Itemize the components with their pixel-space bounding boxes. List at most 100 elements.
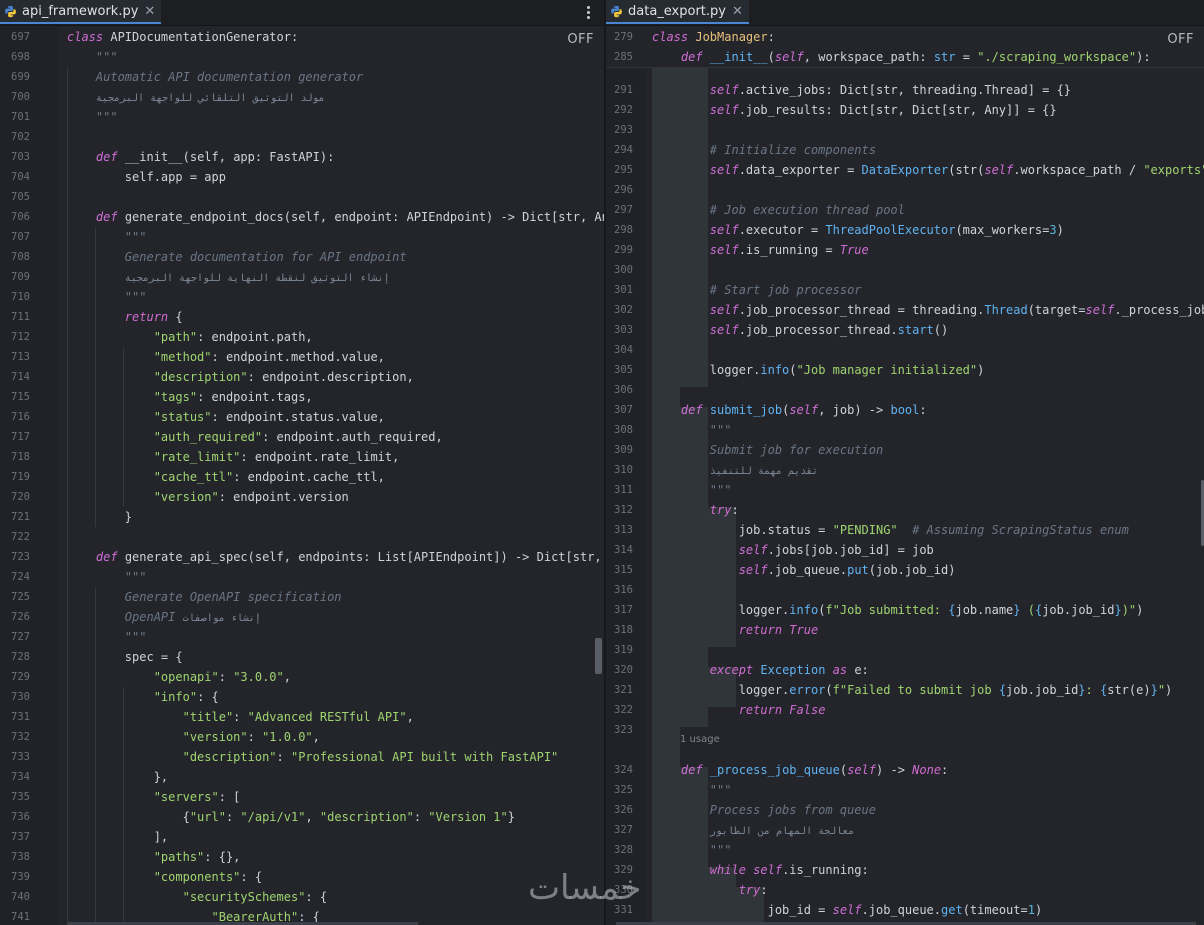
code-line[interactable]: 727 """ bbox=[0, 627, 604, 647]
code-line[interactable]: 295 self.data_exporter = DataExporter(st… bbox=[606, 160, 1204, 180]
code-line[interactable]: 734 }, bbox=[0, 767, 604, 787]
code-line[interactable]: 315 self.job_queue.put(job.job_id) bbox=[606, 560, 1204, 580]
code-line[interactable]: 303 self.job_processor_thread.start() bbox=[606, 320, 1204, 340]
code-line[interactable]: 732 "version": "1.0.0", bbox=[0, 727, 604, 747]
code-line[interactable]: 730 "info": { bbox=[0, 687, 604, 707]
code-line[interactable]: 331 job_id = self.job_queue.get(timeout=… bbox=[606, 900, 1204, 920]
code-line[interactable]: 320 except Exception as e: bbox=[606, 660, 1204, 680]
code-line[interactable]: 307 def submit_job(self, job) -> bool: bbox=[606, 400, 1204, 420]
code-line[interactable]: 705 bbox=[0, 187, 604, 207]
code-line[interactable]: 697 class APIDocumentationGenerator: bbox=[0, 27, 604, 47]
code-line[interactable]: 723 def generate_api_spec(self, endpoint… bbox=[0, 547, 604, 567]
code-line[interactable]: 316 bbox=[606, 580, 1204, 600]
python-file-icon bbox=[611, 5, 622, 17]
code-line[interactable]: 306 bbox=[606, 380, 1204, 400]
code-line[interactable]: 698 """ bbox=[0, 47, 604, 67]
tab-data-export[interactable]: data_export.py ✕ bbox=[606, 0, 749, 24]
code-line[interactable]: 296 bbox=[606, 180, 1204, 200]
code-line[interactable]: 297 # Job execution thread pool bbox=[606, 200, 1204, 220]
close-tab-icon[interactable]: ✕ bbox=[732, 4, 743, 19]
code-line[interactable]: 736 {"url": "/api/v1", "description": "V… bbox=[0, 807, 604, 827]
code-line[interactable]: 321 logger.error(f"Failed to submit job … bbox=[606, 680, 1204, 700]
code-line[interactable]: 716 "status": endpoint.status.value, bbox=[0, 407, 604, 427]
vertical-scrollbar[interactable] bbox=[595, 638, 602, 674]
code-line[interactable]: 304 bbox=[606, 340, 1204, 360]
code-line[interactable]: 328 """ bbox=[606, 840, 1204, 860]
code-line[interactable]: 712 "path": endpoint.path, bbox=[0, 327, 604, 347]
code-line[interactable]: 706 def generate_endpoint_docs(self, end… bbox=[0, 207, 604, 227]
readonly-indicator[interactable]: OFF bbox=[1167, 32, 1194, 47]
code-line[interactable]: 319 bbox=[606, 640, 1204, 660]
more-options-icon[interactable] bbox=[584, 2, 592, 22]
code-line[interactable]: 293 bbox=[606, 120, 1204, 140]
code-line[interactable]: 292 self.job_results: Dict[str, Dict[str… bbox=[606, 100, 1204, 120]
code-line[interactable]: 718 "rate_limit": endpoint.rate_limit, bbox=[0, 447, 604, 467]
code-line[interactable]: 707 """ bbox=[0, 227, 604, 247]
code-line[interactable]: 291 self.active_jobs: Dict[str, threadin… bbox=[606, 80, 1204, 100]
code-line[interactable]: 327 معالجة المهام من الطابور bbox=[606, 820, 1204, 840]
code-line[interactable]: 301 # Start job processor bbox=[606, 280, 1204, 300]
line-number: 302 bbox=[614, 304, 633, 316]
code-line[interactable]: 702 bbox=[0, 127, 604, 147]
code-line[interactable]: 717 "auth_required": endpoint.auth_requi… bbox=[0, 427, 604, 447]
code-line[interactable]: 317 logger.info(f"Job submitted: {job.na… bbox=[606, 600, 1204, 620]
close-tab-icon[interactable]: ✕ bbox=[144, 4, 155, 19]
code-line[interactable]: 703 def __init__(self, app: FastAPI): bbox=[0, 147, 604, 167]
code-line[interactable]: 299 self.is_running = True bbox=[606, 240, 1204, 260]
code-line[interactable]: 735 "servers": [ bbox=[0, 787, 604, 807]
tab-api-framework[interactable]: api_framework.py ✕ bbox=[0, 0, 162, 24]
code-line[interactable]: 725 Generate OpenAPI specification bbox=[0, 587, 604, 607]
code-line[interactable]: 324 def _process_job_queue(self) -> None… bbox=[606, 760, 1204, 780]
code-line[interactable]: 310 تقديم مهمة للتنفيذ bbox=[606, 460, 1204, 480]
line-number: 700 bbox=[11, 91, 30, 103]
code-line[interactable]: 711 return { bbox=[0, 307, 604, 327]
code-line[interactable]: 724 """ bbox=[0, 567, 604, 587]
code-line[interactable]: 720 "version": endpoint.version bbox=[0, 487, 604, 507]
code-line[interactable]: 726 OpenAPI إنشاء مواصفات bbox=[0, 607, 604, 627]
code-line[interactable]: 302 self.job_processor_thread = threadin… bbox=[606, 300, 1204, 320]
code-line[interactable]: 308 """ bbox=[606, 420, 1204, 440]
code-line[interactable]: 704 self.app = app bbox=[0, 167, 604, 187]
code-line[interactable]: 305 logger.info("Job manager initialized… bbox=[606, 360, 1204, 380]
code-line[interactable]: 313 job.status = "PENDING" # Assuming Sc… bbox=[606, 520, 1204, 540]
code-line[interactable]: 719 "cache_ttl": endpoint.cache_ttl, bbox=[0, 467, 604, 487]
code-line[interactable]: 708 Generate documentation for API endpo… bbox=[0, 247, 604, 267]
code-line[interactable]: 311 """ bbox=[606, 480, 1204, 500]
code-line[interactable]: 700 مولد التوثيق التلقائي للواجهة البرمج… bbox=[0, 87, 604, 107]
code-line[interactable]: 312 try: bbox=[606, 500, 1204, 520]
code-line[interactable]: 314 self.jobs[job.job_id] = job bbox=[606, 540, 1204, 560]
code-line[interactable]: 709 إنشاء التوثيق لنقطة النهاية للواجهة … bbox=[0, 267, 604, 287]
code-line[interactable]: 322 return False bbox=[606, 700, 1204, 720]
code-line[interactable]: 722 bbox=[0, 527, 604, 547]
code-line[interactable]: 740 "securitySchemes": { bbox=[0, 887, 604, 907]
code-line[interactable]: 285 def __init__(self, workspace_path: s… bbox=[606, 47, 1204, 67]
code-line[interactable]: 300 bbox=[606, 260, 1204, 280]
code-line[interactable]: 731 "title": "Advanced RESTful API", bbox=[0, 707, 604, 727]
readonly-indicator[interactable]: OFF bbox=[567, 32, 594, 47]
code-line[interactable]: 713 "method": endpoint.method.value, bbox=[0, 347, 604, 367]
line-number: 724 bbox=[11, 571, 30, 583]
code-line[interactable]: 318 return True bbox=[606, 620, 1204, 640]
code-line[interactable]: 701 """ bbox=[0, 107, 604, 127]
code-line[interactable]: 326 Process jobs from queue bbox=[606, 800, 1204, 820]
code-line[interactable]: 699 Automatic API documentation generato… bbox=[0, 67, 604, 87]
code-line[interactable]: 739 "components": { bbox=[0, 867, 604, 887]
code-line[interactable]: 710 """ bbox=[0, 287, 604, 307]
code-line[interactable]: 733 "description": "Professional API bui… bbox=[0, 747, 604, 767]
code-line[interactable]: 329 while self.is_running: bbox=[606, 860, 1204, 880]
code-line[interactable]: 714 "description": endpoint.description, bbox=[0, 367, 604, 387]
code-line[interactable]: 738 "paths": {}, bbox=[0, 847, 604, 867]
code-line[interactable]: 294 # Initialize components bbox=[606, 140, 1204, 160]
code-line[interactable]: 298 self.executor = ThreadPoolExecutor(m… bbox=[606, 220, 1204, 240]
code-line[interactable]: 325 """ bbox=[606, 780, 1204, 800]
code-line[interactable]: 721 } bbox=[0, 507, 604, 527]
sticky-scroll-header[interactable]: 279 class JobManager: 285 def __init__(sel… bbox=[606, 27, 1204, 68]
code-line[interactable]: 715 "tags": endpoint.tags, bbox=[0, 387, 604, 407]
usage-hint[interactable]: 1 usage bbox=[680, 734, 720, 745]
code-line[interactable]: 279 class JobManager: bbox=[606, 27, 1204, 47]
code-line[interactable]: 330 try: bbox=[606, 880, 1204, 900]
code-line[interactable]: 737 ], bbox=[0, 827, 604, 847]
code-line[interactable]: 728 spec = { bbox=[0, 647, 604, 667]
code-line[interactable]: 729 "openapi": "3.0.0", bbox=[0, 667, 604, 687]
code-line[interactable]: 309 Submit job for execution bbox=[606, 440, 1204, 460]
